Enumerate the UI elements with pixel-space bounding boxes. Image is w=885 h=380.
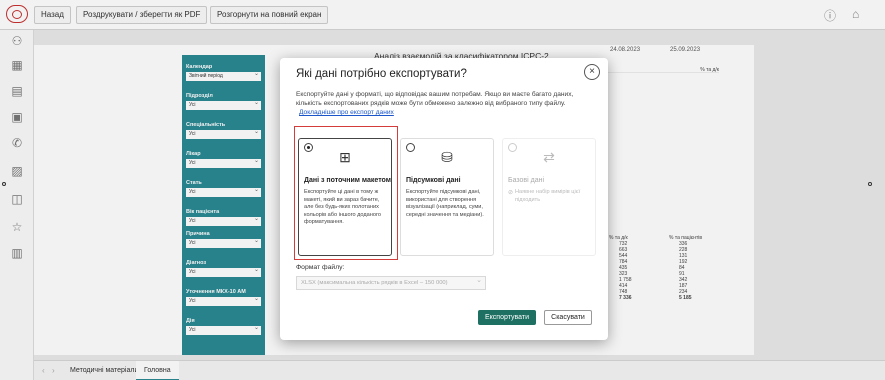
cancel-button[interactable]: Скасувати — [544, 310, 592, 325]
option-title: Базові дані — [508, 177, 545, 184]
option-base-data: ⇄ Базові дані ⊘ Наявне набір вимірів ціє… — [502, 138, 596, 256]
dialog-title: Які дані потрібно експортувати? — [296, 68, 467, 80]
option-text: Наявне набір вимірів цієї підходить — [515, 189, 581, 203]
option-title: Дані з поточним макетом — [304, 177, 391, 184]
file-format-select: XLSX (максимальна кількість рядків в Exc… — [296, 275, 486, 290]
warning-icon: ⊘ — [508, 190, 514, 196]
option-current-layout[interactable]: ⊞ Дані з поточним макетом Експортуйте ці… — [298, 138, 392, 256]
export-button[interactable]: Експортувати — [478, 310, 536, 325]
table-layout-icon: ⊞ — [339, 149, 351, 165]
database-icon: ⛁ — [441, 149, 453, 165]
learn-more-link[interactable]: Докладніше про експорт даних — [299, 109, 394, 116]
option-text: Експортуйте ці дані в тому ж макеті, яки… — [304, 189, 382, 225]
option-title: Підсумкові дані — [406, 177, 461, 184]
option-text: Експортуйте підсумкові дані, використані… — [406, 189, 484, 218]
export-dialog: Які дані потрібно експортувати? × Експор… — [280, 58, 608, 340]
data-transfer-icon: ⇄ — [543, 149, 555, 165]
option-summary-data[interactable]: ⛁ Підсумкові дані Експортуйте підсумкові… — [400, 138, 494, 256]
dialog-description-text: Експортуйте дані у форматі, що відповіда… — [296, 91, 574, 107]
file-format-label: Формат файлу: — [296, 264, 345, 271]
dialog-description: Експортуйте дані у форматі, що відповіда… — [296, 90, 590, 117]
close-icon[interactable]: × — [584, 64, 600, 80]
